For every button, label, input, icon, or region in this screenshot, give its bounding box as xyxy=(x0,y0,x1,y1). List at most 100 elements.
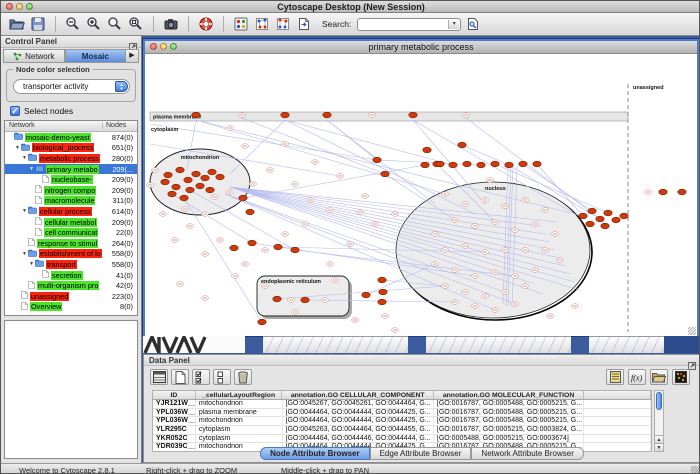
expand-arrow-icon[interactable]: ▼ xyxy=(14,145,21,151)
network-node-selected[interactable] xyxy=(168,191,176,197)
unselect-attributes-icon[interactable] xyxy=(213,369,231,385)
tree-row[interactable]: ▼biological_process651(0) xyxy=(5,143,137,154)
background-window-fragment[interactable] xyxy=(263,336,408,353)
vizmapper-icon[interactable] xyxy=(232,15,250,33)
tab-edge-attribute-browser[interactable]: Edge Attribute Browser xyxy=(370,447,472,460)
table-row[interactable]: YJR121W__1mitochondrion[GO:0045267, GO:0… xyxy=(153,400,651,409)
network-node-selected[interactable] xyxy=(379,289,387,295)
column-header[interactable]: annotation.GO CELLULAR_COMPONENT xyxy=(282,391,433,399)
expand-arrow-icon[interactable]: ▼ xyxy=(21,251,28,257)
configure-search-icon[interactable] xyxy=(464,15,482,33)
tree-row[interactable]: ▼transport558(0) xyxy=(5,259,137,270)
expand-arrow-icon[interactable]: ▼ xyxy=(21,155,28,161)
plasma-membrane-region[interactable] xyxy=(150,112,628,121)
network-node-selected[interactable] xyxy=(184,177,192,183)
network-node-selected[interactable] xyxy=(230,245,238,251)
select-nodes-checkbox[interactable]: ✓ xyxy=(10,106,20,116)
network-node-selected[interactable] xyxy=(291,247,299,253)
network-node-selected[interactable] xyxy=(586,221,594,227)
network-node-selected[interactable] xyxy=(449,162,457,168)
network-node-selected[interactable] xyxy=(519,161,527,167)
help-lifebuoy-icon[interactable] xyxy=(197,15,215,33)
network-node-selected[interactable] xyxy=(301,297,309,303)
network-node-selected[interactable] xyxy=(246,209,254,215)
tree-row[interactable]: mosaic-demo-yeast874(0) xyxy=(5,132,137,143)
tree-row[interactable]: macromolecule311(0) xyxy=(5,196,137,207)
tree-row[interactable]: ▼cellular process614(0) xyxy=(5,206,137,217)
network-node-selected[interactable] xyxy=(678,189,686,195)
network-node-selected[interactable] xyxy=(186,187,194,193)
network-node-selected[interactable] xyxy=(533,161,541,167)
tree-row[interactable]: nucleobase-209(0) xyxy=(5,174,137,185)
tree-row[interactable]: Overview8(0) xyxy=(5,302,137,313)
network-node-selected[interactable] xyxy=(596,216,604,222)
network-node-selected[interactable] xyxy=(192,112,200,118)
network-node-selected[interactable] xyxy=(588,208,596,214)
table-row[interactable]: YKR052Ccytoplasm[GO:0044464, GO:0044446,… xyxy=(153,435,651,444)
birdseye-view[interactable] xyxy=(4,320,138,459)
nucleus-region[interactable] xyxy=(396,182,590,318)
save-icon[interactable] xyxy=(29,15,47,33)
network-node-selected[interactable] xyxy=(161,179,169,185)
network-node-selected[interactable] xyxy=(491,161,499,167)
column-header[interactable]: ID xyxy=(153,391,196,399)
network-canvas[interactable]: plasma membranecytoplasmmitochondrionnuc… xyxy=(145,54,697,336)
tree-row[interactable]: unassigned223(0) xyxy=(5,291,137,302)
network-from-selection-icon[interactable] xyxy=(253,15,271,33)
node-color-select[interactable]: transporter activity ▲▼ xyxy=(13,79,130,94)
table-row[interactable]: YLR295Ccytoplasm[GO:0045263, GO:0044464,… xyxy=(153,426,651,435)
network-node-selected[interactable] xyxy=(620,213,628,219)
tree-row[interactable]: cellular metabol209(0) xyxy=(5,217,137,228)
network-node-selected[interactable] xyxy=(196,183,204,189)
expand-arrow-icon[interactable]: ▼ xyxy=(21,208,28,214)
network-node-selected[interactable] xyxy=(378,299,386,305)
network-node-selected[interactable] xyxy=(206,187,214,193)
table-scrollbar[interactable]: ▲ ▼ xyxy=(654,390,664,452)
zoom-selected-icon[interactable] xyxy=(127,15,145,33)
network-node-selected[interactable] xyxy=(477,162,485,168)
network-node-selected[interactable] xyxy=(164,172,172,178)
expand-arrow-icon[interactable]: ▼ xyxy=(28,261,35,267)
network-node-selected[interactable] xyxy=(248,240,256,246)
network-node-selected[interactable] xyxy=(273,296,281,302)
tree-row[interactable]: multi-organism pro42(0) xyxy=(5,280,137,291)
network-node-selected[interactable] xyxy=(216,174,224,180)
attribute-table[interactable]: ID_cellularLayoutRegionannotation.GO CEL… xyxy=(152,390,652,452)
open-icon[interactable] xyxy=(8,15,26,33)
edge[interactable] xyxy=(230,120,285,174)
background-window-fragment[interactable] xyxy=(143,336,245,353)
trash-icon[interactable] xyxy=(234,369,252,385)
network-node-selected[interactable] xyxy=(423,147,431,153)
network-node-selected[interactable] xyxy=(172,184,180,190)
tree-row[interactable]: nitrogen compo209(0) xyxy=(5,185,137,196)
combo-stepper-icon[interactable]: ▲▼ xyxy=(115,81,128,92)
network-node-selected[interactable] xyxy=(463,161,471,167)
network-node-selected[interactable] xyxy=(281,112,289,118)
network-node-selected[interactable] xyxy=(176,167,184,173)
edge[interactable] xyxy=(285,120,453,165)
new-network-icon[interactable] xyxy=(274,15,292,33)
table-row[interactable]: YPL036W__1mitochondrion[GO:0044464, GO:0… xyxy=(153,417,651,426)
notepad-icon[interactable] xyxy=(606,369,624,385)
network-node-selected[interactable] xyxy=(208,169,216,175)
background-window-fragment[interactable] xyxy=(426,336,571,353)
network-node-selected[interactable] xyxy=(180,195,188,201)
edge[interactable] xyxy=(242,118,385,174)
network-node-selected[interactable] xyxy=(409,112,417,118)
tree-row[interactable]: secretion41(0) xyxy=(5,270,137,281)
tree-row[interactable]: cell communicat22(0) xyxy=(5,227,137,238)
folder-icon[interactable] xyxy=(650,369,668,385)
tab-network[interactable]: Network xyxy=(3,49,65,63)
matrix-icon[interactable] xyxy=(672,369,690,385)
tree-row[interactable]: response to stimul264(0) xyxy=(5,238,137,249)
network-node-selected[interactable] xyxy=(378,277,386,283)
network-node-selected[interactable] xyxy=(659,189,667,195)
network-node-selected[interactable] xyxy=(579,213,587,219)
network-node-selected[interactable] xyxy=(505,162,513,168)
scroll-up-icon[interactable]: ▲ xyxy=(655,435,663,443)
scrollbar-thumb[interactable] xyxy=(656,392,662,410)
zoom-fit-icon[interactable] xyxy=(106,15,124,33)
more-tabs-button[interactable]: ▶ xyxy=(126,49,139,63)
table-row[interactable]: YPL036W__2plasma membrane[GO:0044464, GO… xyxy=(153,409,651,418)
new-attribute-icon[interactable] xyxy=(171,369,189,385)
